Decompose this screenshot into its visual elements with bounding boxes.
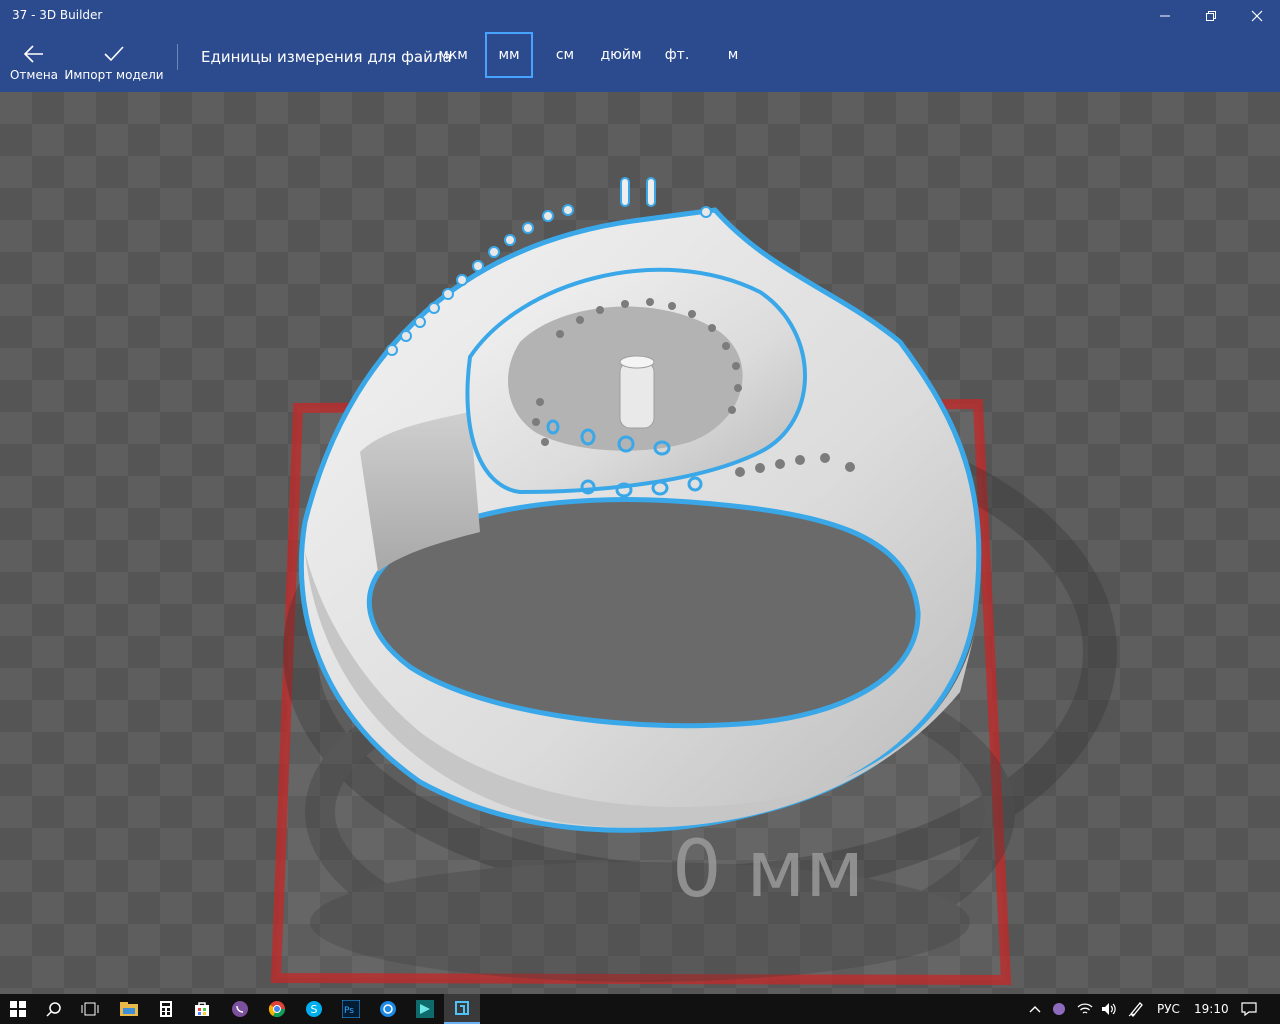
close-icon <box>1251 10 1263 22</box>
back-arrow-icon <box>23 45 43 63</box>
tray-viber[interactable] <box>1048 994 1070 1024</box>
unit-option-m[interactable]: м <box>713 32 753 78</box>
volume-button[interactable] <box>1098 994 1120 1024</box>
unit-option-inch[interactable]: дюйм <box>595 32 647 78</box>
network-button[interactable] <box>1074 994 1096 1024</box>
calculator-icon <box>160 1001 172 1017</box>
viber-button[interactable] <box>222 994 258 1024</box>
windows-start-icon <box>10 1001 26 1017</box>
dimension-label: 0 мм <box>672 825 864 915</box>
taskbar: S Ps РУС 19:10 <box>0 994 1280 1024</box>
svg-text:S: S <box>311 1003 318 1016</box>
chevron-up-icon <box>1029 1006 1041 1013</box>
start-button[interactable] <box>0 994 36 1024</box>
window-title: 37 - 3D Builder <box>12 8 103 22</box>
unit-option-ft[interactable]: фт. <box>657 32 697 78</box>
app-icon <box>380 1001 396 1017</box>
scene: 0 мм <box>270 177 1117 986</box>
unit-option-cm[interactable]: см <box>545 32 585 78</box>
viber-icon <box>232 1001 248 1017</box>
units-label: Единицы измерения для файла <box>201 48 452 66</box>
viber-tray-icon <box>1053 1003 1065 1015</box>
app-button[interactable] <box>370 994 406 1024</box>
app-icon-2 <box>416 1000 434 1018</box>
chrome-icon <box>268 1001 286 1018</box>
chrome-button[interactable] <box>259 994 295 1024</box>
pen-workspace-button[interactable] <box>1124 994 1148 1024</box>
ring-model[interactable] <box>298 177 982 833</box>
3d-builder-icon <box>455 1001 469 1015</box>
store-icon <box>195 1002 209 1016</box>
unit-option-mm[interactable]: мм <box>485 32 533 78</box>
volume-icon <box>1102 1003 1116 1015</box>
import-toolbar: Отмена Импорт модели Единицы измерения д… <box>0 32 1280 92</box>
minimize-button[interactable] <box>1142 0 1188 32</box>
3d-viewport[interactable]: 0 мм <box>0 92 1280 994</box>
task-view-icon <box>81 1002 99 1016</box>
search-button[interactable] <box>36 994 72 1024</box>
close-button[interactable] <box>1234 0 1280 32</box>
file-explorer-icon <box>120 1002 138 1016</box>
notification-icon <box>1241 1002 1257 1016</box>
skype-icon: S <box>306 1001 322 1017</box>
clock[interactable]: 19:10 <box>1194 1002 1229 1016</box>
store-button[interactable] <box>184 994 220 1024</box>
minimize-icon <box>1160 15 1170 17</box>
import-label: Импорт модели <box>64 68 164 82</box>
restore-button[interactable] <box>1188 0 1234 32</box>
checkmark-icon <box>104 46 124 62</box>
action-center-button[interactable] <box>1232 994 1266 1024</box>
wifi-icon <box>1077 1003 1093 1014</box>
app-button-2[interactable] <box>407 994 443 1024</box>
svg-text:Ps: Ps <box>344 1006 354 1016</box>
cancel-button[interactable]: Отмена <box>8 32 60 92</box>
title-bar: 37 - 3D Builder <box>0 0 1280 32</box>
show-hidden-icons-button[interactable] <box>1024 994 1046 1024</box>
cancel-label: Отмена <box>9 68 59 82</box>
3d-builder-taskbar-button[interactable] <box>444 994 480 1024</box>
file-explorer-button[interactable] <box>111 994 147 1024</box>
import-model-button[interactable]: Импорт модели <box>64 32 164 92</box>
pen-icon <box>1128 1002 1143 1017</box>
unit-option-um[interactable]: мкм <box>433 32 473 78</box>
photoshop-button[interactable]: Ps <box>333 994 369 1024</box>
restore-icon <box>1206 11 1216 21</box>
photoshop-icon: Ps <box>342 1000 360 1018</box>
skype-button[interactable]: S <box>296 994 332 1024</box>
input-language[interactable]: РУС <box>1157 1002 1180 1016</box>
search-icon <box>46 1002 61 1017</box>
task-view-button[interactable] <box>72 994 108 1024</box>
calculator-button[interactable] <box>148 994 184 1024</box>
toolbar-separator <box>177 44 178 70</box>
